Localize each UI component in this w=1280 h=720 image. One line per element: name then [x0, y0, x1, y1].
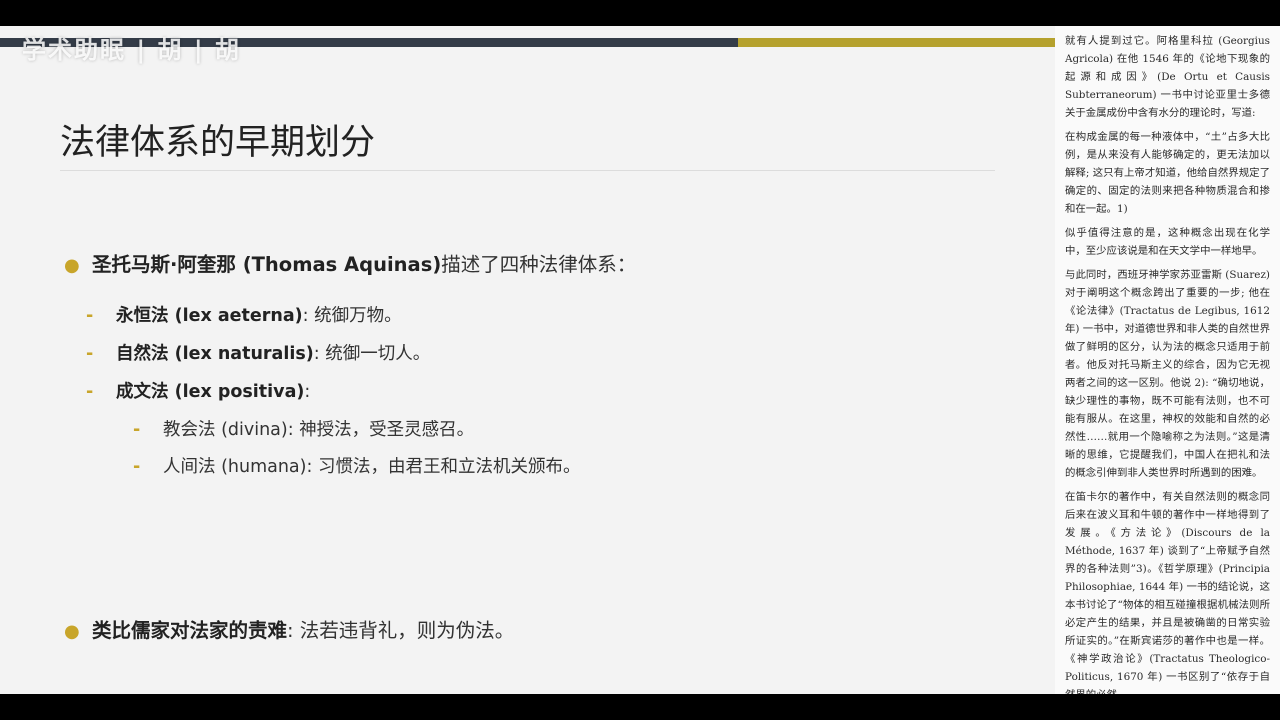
bullet-bold-text: 圣托马斯·阿奎那 (Thomas Aquinas) — [92, 253, 442, 276]
bullet-item: ● 类比儒家对法家的责难 : 法若违背礼，则为伪法。 — [64, 614, 514, 643]
sub-sub-item: - 教会法 (divina): 神授法，受圣灵感召。 — [133, 416, 474, 441]
sub-item-bold-text: 自然法 (lex naturalis) — [116, 344, 314, 364]
sub-sub-item-text: 人间法 (humana): 习惯法，由君王和立法机关颁布。 — [163, 457, 581, 477]
book-page-sidebar: 就有人提到过它。阿格里科拉 (Georgius Agricola) 在他 154… — [1055, 26, 1280, 694]
bullet-dot-icon: ● — [64, 255, 80, 276]
dash-icon: - — [86, 344, 94, 364]
sub-sub-item: - 人间法 (humana): 习惯法，由君王和立法机关颁布。 — [133, 453, 580, 478]
dash-icon: - — [133, 420, 141, 440]
sub-item: - 自然法 (lex naturalis) : 统御一切人。 — [86, 340, 430, 365]
slide-title: 法律体系的早期划分 — [60, 123, 376, 163]
sub-item: - 成文法 (lex positiva) : — [86, 378, 310, 403]
book-paragraph: 在构成金属的每一种液体中，“土”占多大比例，是从来没有人能够确定的，更无法加以解… — [1065, 131, 1270, 215]
bullet-dot-icon: ● — [64, 621, 80, 642]
bullet-bold-text: 类比儒家对法家的责难 — [92, 619, 288, 642]
sub-sub-item-text: 教会法 (divina): 神授法，受圣灵感召。 — [163, 420, 475, 440]
dash-icon: - — [86, 382, 94, 402]
presentation-slide: 学术助眠 | 胡 | 胡 法律体系的早期划分 ● 圣托马斯·阿奎那 (Thoma… — [0, 26, 1055, 694]
book-paragraph: 就有人提到过它。阿格里科拉 (Georgius Agricola) 在他 154… — [1065, 35, 1270, 119]
sub-item-bold-text: 永恒法 (lex aeterna) — [116, 306, 303, 326]
sub-item-text: : 统御一切人。 — [313, 344, 431, 364]
sub-item: - 永恒法 (lex aeterna) : 统御万物。 — [86, 302, 402, 327]
book-paragraph: 与此同时，西班牙神学家苏亚雷斯 (Suarez) 对于阐明这个概念跨出了重要的一… — [1065, 269, 1270, 479]
dash-icon: - — [86, 306, 94, 326]
bullet-text: 描述了四种法律体系： — [441, 253, 637, 276]
book-paragraph: 似乎值得注意的是，这种概念出现在化学中，至少应该说是和在天文学中一样地早。 — [1065, 227, 1270, 257]
book-page-text: 就有人提到过它。阿格里科拉 (Georgius Agricola) 在他 154… — [1065, 32, 1270, 694]
title-divider — [60, 170, 995, 171]
sub-item-bold-text: 成文法 (lex positiva) — [116, 382, 305, 402]
channel-watermark: 学术助眠 | 胡 | 胡 — [22, 36, 241, 64]
screen-bottom-letterbox — [0, 694, 1280, 720]
bullet-text: : 法若违背礼，则为伪法。 — [287, 619, 515, 642]
book-paragraph: 在笛卡尔的著作中，有关自然法则的概念同后来在波义耳和牛顿的著作中一样地得到了发展… — [1065, 491, 1270, 694]
dash-icon: - — [133, 457, 141, 477]
sub-item-text: : — [304, 382, 311, 402]
sub-item-text: : 统御万物。 — [302, 306, 402, 326]
screen-top-letterbox — [0, 0, 1280, 26]
slide-header-stripe-gold — [738, 38, 1055, 47]
bullet-item: ● 圣托马斯·阿奎那 (Thomas Aquinas) 描述了四种法律体系： — [64, 248, 636, 277]
